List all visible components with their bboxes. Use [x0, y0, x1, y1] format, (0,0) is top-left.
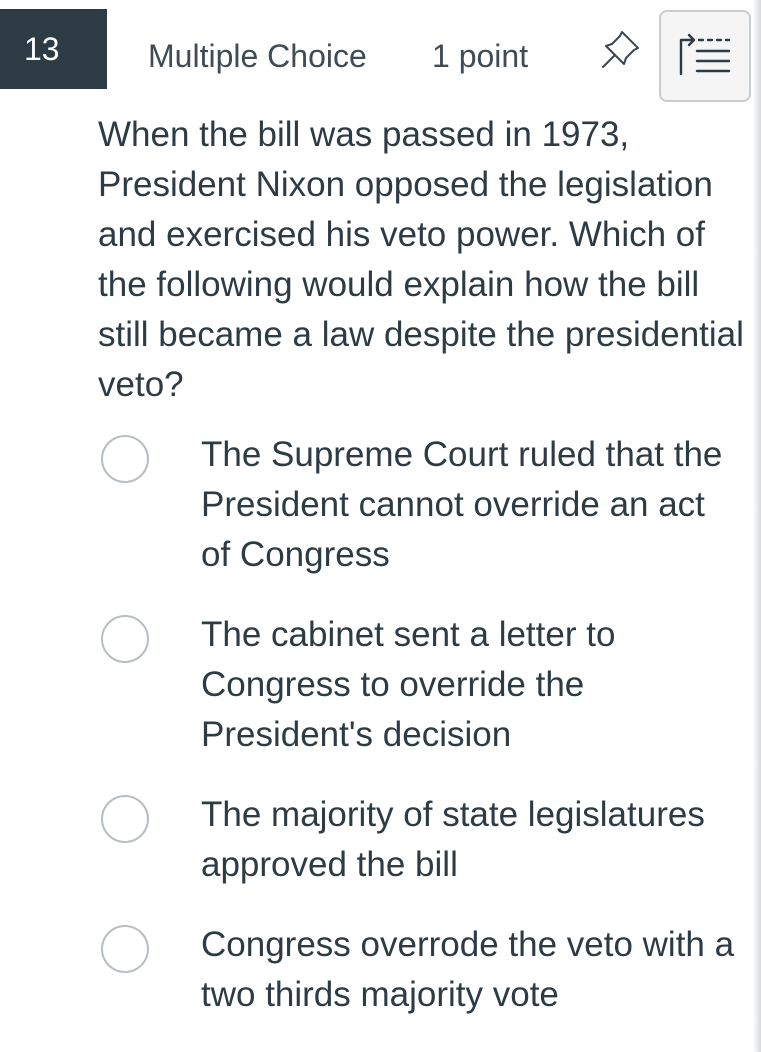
question-navigator-button[interactable]: [659, 10, 751, 102]
question-number-badge: 13: [0, 9, 107, 89]
question-points-label: 1 point: [432, 38, 529, 74]
question-number: 13: [24, 31, 60, 67]
radio-button[interactable]: [101, 435, 149, 483]
pin-icon: [602, 31, 639, 68]
question-navigator-icon: [679, 33, 731, 76]
answer-option-label: The cabinet sent a letter to Congress to…: [201, 615, 616, 754]
answer-option-label: Congress overrode the veto with a two th…: [201, 925, 735, 1014]
answer-option-label: The Supreme Court ruled that the Preside…: [201, 435, 723, 574]
question-text: When the bill was passed in 1973, Presid…: [98, 115, 744, 404]
answer-option-label: The majority of state legislatures appro…: [201, 795, 705, 884]
radio-button[interactable]: [101, 615, 149, 663]
radio-button[interactable]: [101, 795, 149, 843]
radio-button[interactable]: [101, 925, 149, 973]
scroll-edge: [753, 0, 761, 1052]
pin-button[interactable]: [596, 26, 644, 74]
question-type-label: Multiple Choice: [148, 38, 367, 74]
